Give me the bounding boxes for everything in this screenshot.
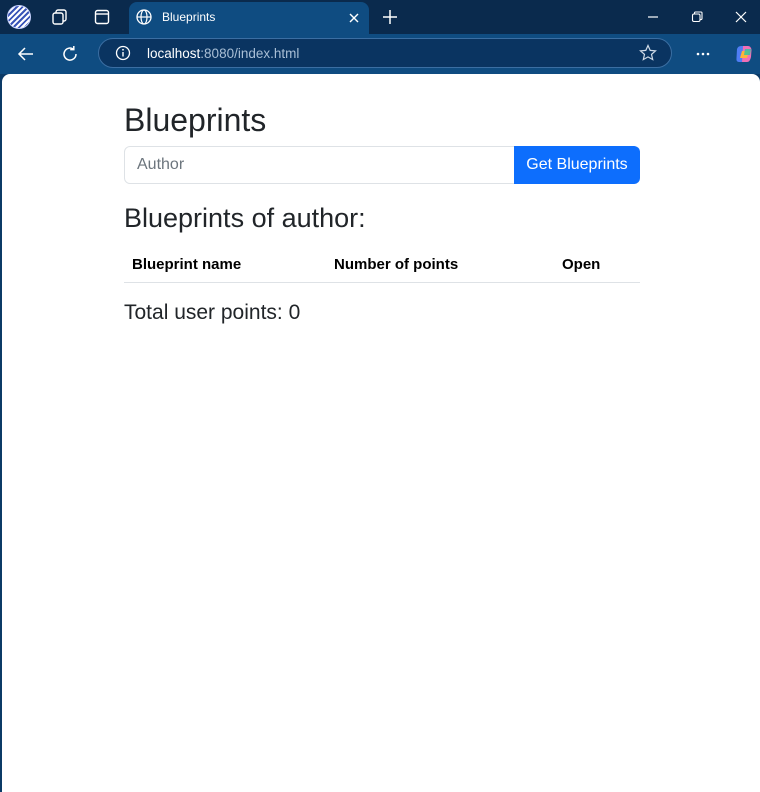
total-user-points: Total user points: 0 [124, 301, 301, 324]
profile-avatar[interactable] [6, 5, 32, 29]
url-text: localhost:8080/index.html [147, 46, 299, 61]
back-arrow-icon[interactable] [11, 40, 41, 68]
minimize-icon[interactable] [631, 0, 675, 34]
tab-title: Blueprints [162, 10, 216, 24]
column-header-number-of-points: Number of points [326, 246, 554, 283]
address-bar[interactable]: localhost:8080/index.html [98, 38, 672, 68]
browser-toolbar: localhost:8080/index.html [0, 34, 760, 74]
column-header-open: Open [554, 246, 640, 283]
refresh-icon[interactable] [55, 40, 85, 68]
workspaces-icon[interactable] [47, 5, 73, 29]
author-blueprints-heading: Blueprints of author: [124, 203, 366, 233]
avatar [7, 5, 31, 29]
star-icon[interactable] [639, 44, 657, 67]
restore-icon[interactable] [675, 0, 719, 34]
plus-icon[interactable] [378, 5, 402, 29]
info-icon[interactable] [115, 45, 131, 66]
close-icon[interactable] [343, 7, 365, 29]
table-header-row: Blueprint name Number of points Open [124, 246, 640, 283]
url-host: localhost [147, 46, 201, 61]
page-viewport: Blueprints Get Blueprints Blueprints of … [2, 74, 760, 792]
globe-icon [135, 8, 153, 31]
copilot-icon[interactable] [729, 40, 759, 68]
browser-tab-bar: Blueprints [0, 0, 760, 34]
url-path: :8080/index.html [200, 46, 300, 61]
browser-tab[interactable]: Blueprints [129, 2, 369, 34]
close-window-icon[interactable] [719, 0, 760, 34]
author-search-group: Get Blueprints [124, 146, 640, 184]
column-header-blueprint-name: Blueprint name [124, 246, 326, 283]
tab-actions-icon[interactable] [89, 5, 115, 29]
blueprints-table: Blueprint name Number of points Open [124, 246, 640, 283]
get-blueprints-button[interactable]: Get Blueprints [514, 146, 640, 184]
more-icon[interactable] [688, 40, 718, 68]
page-title: Blueprints [124, 102, 267, 138]
author-input[interactable] [124, 146, 515, 184]
